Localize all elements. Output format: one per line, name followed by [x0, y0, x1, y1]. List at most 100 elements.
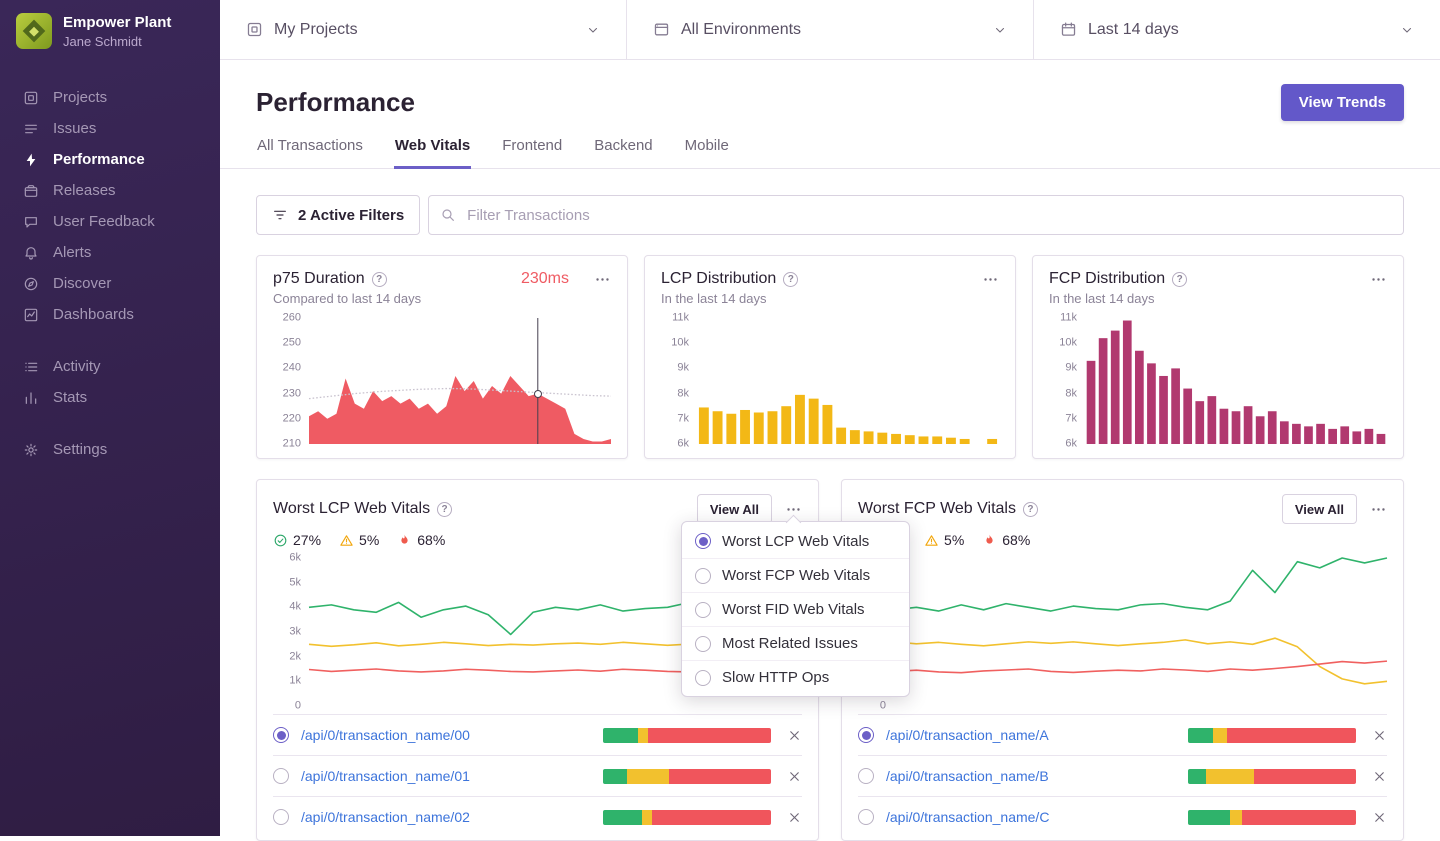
radio-button [695, 669, 711, 686]
warning-icon [339, 533, 354, 548]
more-options-icon[interactable] [1370, 501, 1387, 518]
tab-mobile[interactable]: Mobile [684, 137, 730, 169]
page-content: 2 Active Filters p75 Duration ? 230ms [220, 169, 1440, 841]
sidebar-item-performance[interactable]: Performance [0, 144, 220, 175]
close-icon[interactable] [787, 769, 802, 784]
card-subtitle: Compared to last 14 days [273, 291, 422, 306]
help-icon[interactable]: ? [437, 501, 453, 517]
sidebar-item-label: Stats [53, 389, 88, 406]
card-lcp-distribution: LCP Distribution ? In the last 14 days 1… [644, 255, 1016, 459]
transaction-row: /api/0/transaction_name/B [858, 755, 1387, 796]
help-icon[interactable]: ? [371, 271, 387, 287]
sidebar-item-releases[interactable]: Releases [0, 175, 220, 206]
global-filter-bar: My Projects All Environments Last 14 days [220, 0, 1440, 60]
fire-icon [982, 533, 997, 548]
sidebar-item-alerts[interactable]: Alerts [0, 237, 220, 268]
transaction-link[interactable]: /api/0/transaction_name/02 [301, 809, 591, 825]
sidebar-item-projects[interactable]: Projects [0, 82, 220, 113]
close-icon[interactable] [1372, 769, 1387, 784]
help-icon[interactable]: ? [1172, 271, 1188, 287]
sidebar-item-label: Settings [53, 441, 108, 458]
radio-button[interactable] [273, 809, 289, 825]
settings-icon [22, 442, 40, 458]
dropdown-option-label: Slow HTTP Ops [722, 669, 830, 686]
tab-web-vitals[interactable]: Web Vitals [393, 137, 472, 169]
radio-button[interactable] [858, 809, 874, 825]
help-icon[interactable]: ? [1022, 501, 1038, 517]
radio-button [695, 567, 711, 584]
transaction-row: /api/0/transaction_name/02 [273, 796, 802, 837]
p75-marker-dot [533, 389, 542, 398]
transaction-link[interactable]: /api/0/transaction_name/01 [301, 768, 591, 784]
dropdown-option-label: Worst FCP Web Vitals [722, 567, 871, 584]
chevron-down-icon [993, 23, 1007, 37]
dropdown-option-most-related-issues[interactable]: Most Related Issues [682, 626, 909, 660]
alerts-icon [22, 245, 40, 261]
search-input[interactable] [428, 195, 1404, 235]
transaction-link[interactable]: /api/0/transaction_name/00 [301, 727, 591, 743]
org-switcher[interactable]: Empower Plant Jane Schmidt [0, 0, 220, 62]
y-axis: 6k5k4k3k2k1k0 [289, 551, 301, 712]
vitals-stat: 68% [982, 532, 1030, 548]
card-title: p75 Duration [273, 270, 365, 287]
transaction-row: /api/0/transaction_name/A [858, 714, 1387, 755]
transaction-rows: /api/0/transaction_name/A/api/0/transact… [858, 714, 1387, 837]
sidebar-item-settings[interactable]: Settings [0, 434, 220, 465]
sidebar-item-label: Releases [53, 182, 116, 199]
sidebar: Empower Plant Jane Schmidt Projects Issue… [0, 0, 220, 836]
radio-button[interactable] [858, 727, 874, 743]
org-logo-icon [16, 13, 52, 49]
sidebar-item-label: Discover [53, 275, 112, 292]
more-options-icon[interactable] [982, 271, 999, 288]
vitals-stat-value: 5% [944, 532, 965, 548]
performance-tabs: All Transactions Web Vitals Frontend Backen… [220, 137, 1440, 169]
dropdown-option-slow-http-ops[interactable]: Slow HTTP Ops [682, 660, 909, 694]
radio-button[interactable] [858, 768, 874, 784]
tab-frontend[interactable]: Frontend [501, 137, 563, 169]
search-box [428, 195, 1404, 235]
sidebar-item-label: Activity [53, 358, 101, 375]
dropdown-option-worst-fcp-web-vitals[interactable]: Worst FCP Web Vitals [682, 558, 909, 592]
sidebar-item-discover[interactable]: Discover [0, 268, 220, 299]
main-area: My Projects All Environments Last 14 days … [220, 0, 1440, 841]
selector-my-projects[interactable]: My Projects [220, 0, 626, 59]
help-icon[interactable]: ? [783, 271, 799, 287]
sidebar-item-dashboards[interactable]: Dashboards [0, 299, 220, 330]
active-filters-button[interactable]: 2 Active Filters [256, 195, 421, 235]
sidebar-item-label: User Feedback [53, 213, 155, 230]
dropdown-option-worst-fid-web-vitals[interactable]: Worst FID Web Vitals [682, 592, 909, 626]
tab-backend[interactable]: Backend [593, 137, 653, 169]
transaction-row: /api/0/transaction_name/00 [273, 714, 802, 755]
window-icon [653, 21, 670, 38]
projects-badge-icon [246, 21, 263, 38]
sidebar-item-stats[interactable]: Stats [0, 382, 220, 413]
transaction-link[interactable]: /api/0/transaction_name/C [886, 809, 1176, 825]
view-trends-button[interactable]: View Trends [1280, 84, 1404, 121]
fire-icon [397, 533, 412, 548]
dropdown-option-worst-lcp-web-vitals[interactable]: Worst LCP Web Vitals [682, 524, 909, 558]
tab-all-transactions[interactable]: All Transactions [256, 137, 364, 169]
selector-all-environments[interactable]: All Environments [626, 0, 1033, 59]
vitals-stat-value: 27% [293, 532, 322, 548]
transaction-link[interactable]: /api/0/transaction_name/B [886, 768, 1176, 784]
sidebar-item-activity[interactable]: Activity [0, 351, 220, 382]
close-icon[interactable] [1372, 810, 1387, 825]
close-icon[interactable] [1372, 728, 1387, 743]
selector-last-14-days[interactable]: Last 14 days [1033, 0, 1440, 59]
dropdown-option-label: Worst FID Web Vitals [722, 601, 865, 618]
view-all-button[interactable]: View All [696, 494, 772, 524]
transaction-link[interactable]: /api/0/transaction_name/A [886, 727, 1176, 743]
radio-button[interactable] [273, 727, 289, 743]
distribution-cards-row: p75 Duration ? 230ms Compared to last 14… [256, 255, 1404, 459]
more-options-icon[interactable] [594, 271, 611, 288]
more-options-icon[interactable] [1370, 271, 1387, 288]
sidebar-item-user-feedback[interactable]: User Feedback [0, 206, 220, 237]
close-icon[interactable] [787, 728, 802, 743]
sidebar-item-issues[interactable]: Issues [0, 113, 220, 144]
check-icon [273, 533, 288, 548]
close-icon[interactable] [787, 810, 802, 825]
radio-button[interactable] [273, 768, 289, 784]
fcp-distribution-chart [1085, 318, 1387, 444]
view-all-button[interactable]: View All [1281, 494, 1357, 524]
y-axis: 260 250 240 230 220 210 [282, 311, 301, 450]
